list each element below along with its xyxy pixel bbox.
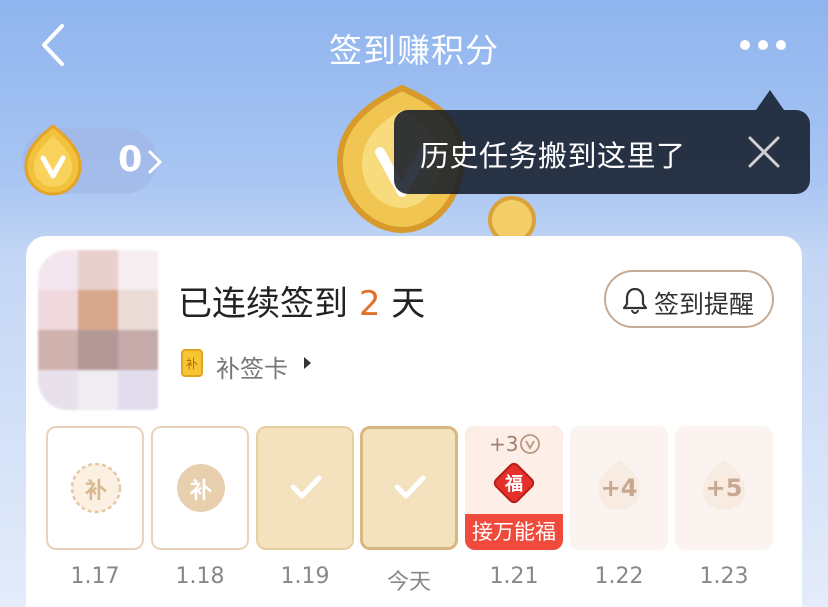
day-date-label: 1.19 bbox=[280, 564, 330, 589]
tooltip-text: 历史任务搬到这里了 bbox=[420, 139, 686, 173]
v-coin-small-icon bbox=[520, 434, 540, 454]
signin-card: 已连续签到 2 天 签到提醒 补 补签卡 补 1.17 补 1.18 1.19 … bbox=[26, 236, 802, 607]
points-balance-button[interactable]: 0 bbox=[22, 124, 163, 196]
close-icon[interactable] bbox=[744, 132, 784, 172]
day-date-label: 1.23 bbox=[699, 564, 749, 589]
day-cell-1-23[interactable]: +5 bbox=[675, 426, 773, 550]
day-date-label: 1.17 bbox=[70, 564, 120, 589]
day-date-label: 1.18 bbox=[175, 564, 225, 589]
day-date-label: 今天 bbox=[386, 570, 431, 595]
bonus-caption: 接万能福 bbox=[472, 520, 556, 544]
triangle-right-icon bbox=[304, 357, 311, 369]
checkmark-icon bbox=[394, 475, 426, 499]
fu-charm-text: 福 bbox=[505, 474, 523, 495]
makeup-card-icon: 补 bbox=[181, 349, 203, 377]
day-date-label: 1.22 bbox=[594, 564, 644, 589]
points-value: 0 bbox=[118, 140, 143, 180]
streak-prefix: 已连续签到 bbox=[178, 284, 359, 324]
day-cell-1-21-bonus[interactable]: +3 福 接万能福 bbox=[465, 426, 563, 550]
tooltip-arrow bbox=[756, 90, 784, 110]
makeup-card-link[interactable]: 补 补签卡 bbox=[178, 348, 318, 383]
chevron-right-icon bbox=[148, 150, 163, 174]
bonus-points: +3 bbox=[489, 432, 519, 456]
streak-days: 2 bbox=[358, 284, 381, 324]
day-cell-1-18[interactable]: 补 bbox=[151, 426, 249, 550]
day-cell-1-22[interactable]: +4 bbox=[570, 426, 668, 550]
day-cell-1-17[interactable]: 补 bbox=[46, 426, 144, 550]
more-dots-icon[interactable] bbox=[736, 32, 790, 58]
avatar bbox=[38, 250, 178, 410]
day-cell-today[interactable] bbox=[360, 426, 458, 550]
svg-text:补: 补 bbox=[186, 357, 198, 371]
page-title: 签到赚积分 bbox=[329, 31, 499, 70]
bell-icon bbox=[622, 287, 648, 314]
makeup-card-label: 补签卡 bbox=[216, 355, 288, 383]
day-date-label: 1.21 bbox=[489, 564, 539, 589]
v-coin-icon bbox=[24, 124, 82, 196]
signin-reminder-button[interactable]: 签到提醒 bbox=[604, 270, 774, 328]
future-points: +4 bbox=[600, 474, 638, 502]
streak-suffix: 天 bbox=[380, 284, 426, 324]
top-bar: 签到赚积分 bbox=[0, 0, 828, 90]
checkmark-icon bbox=[290, 475, 322, 499]
day-cell-1-19[interactable] bbox=[256, 426, 354, 550]
streak-text: 已连续签到 2 天 bbox=[178, 276, 425, 325]
tooltip-popup: 历史任务搬到这里了 bbox=[394, 110, 810, 194]
makeup-badge-text: 补 bbox=[189, 479, 212, 504]
future-points: +5 bbox=[705, 474, 743, 502]
makeup-badge-text: 补 bbox=[84, 479, 107, 504]
reminder-label: 签到提醒 bbox=[654, 290, 755, 319]
